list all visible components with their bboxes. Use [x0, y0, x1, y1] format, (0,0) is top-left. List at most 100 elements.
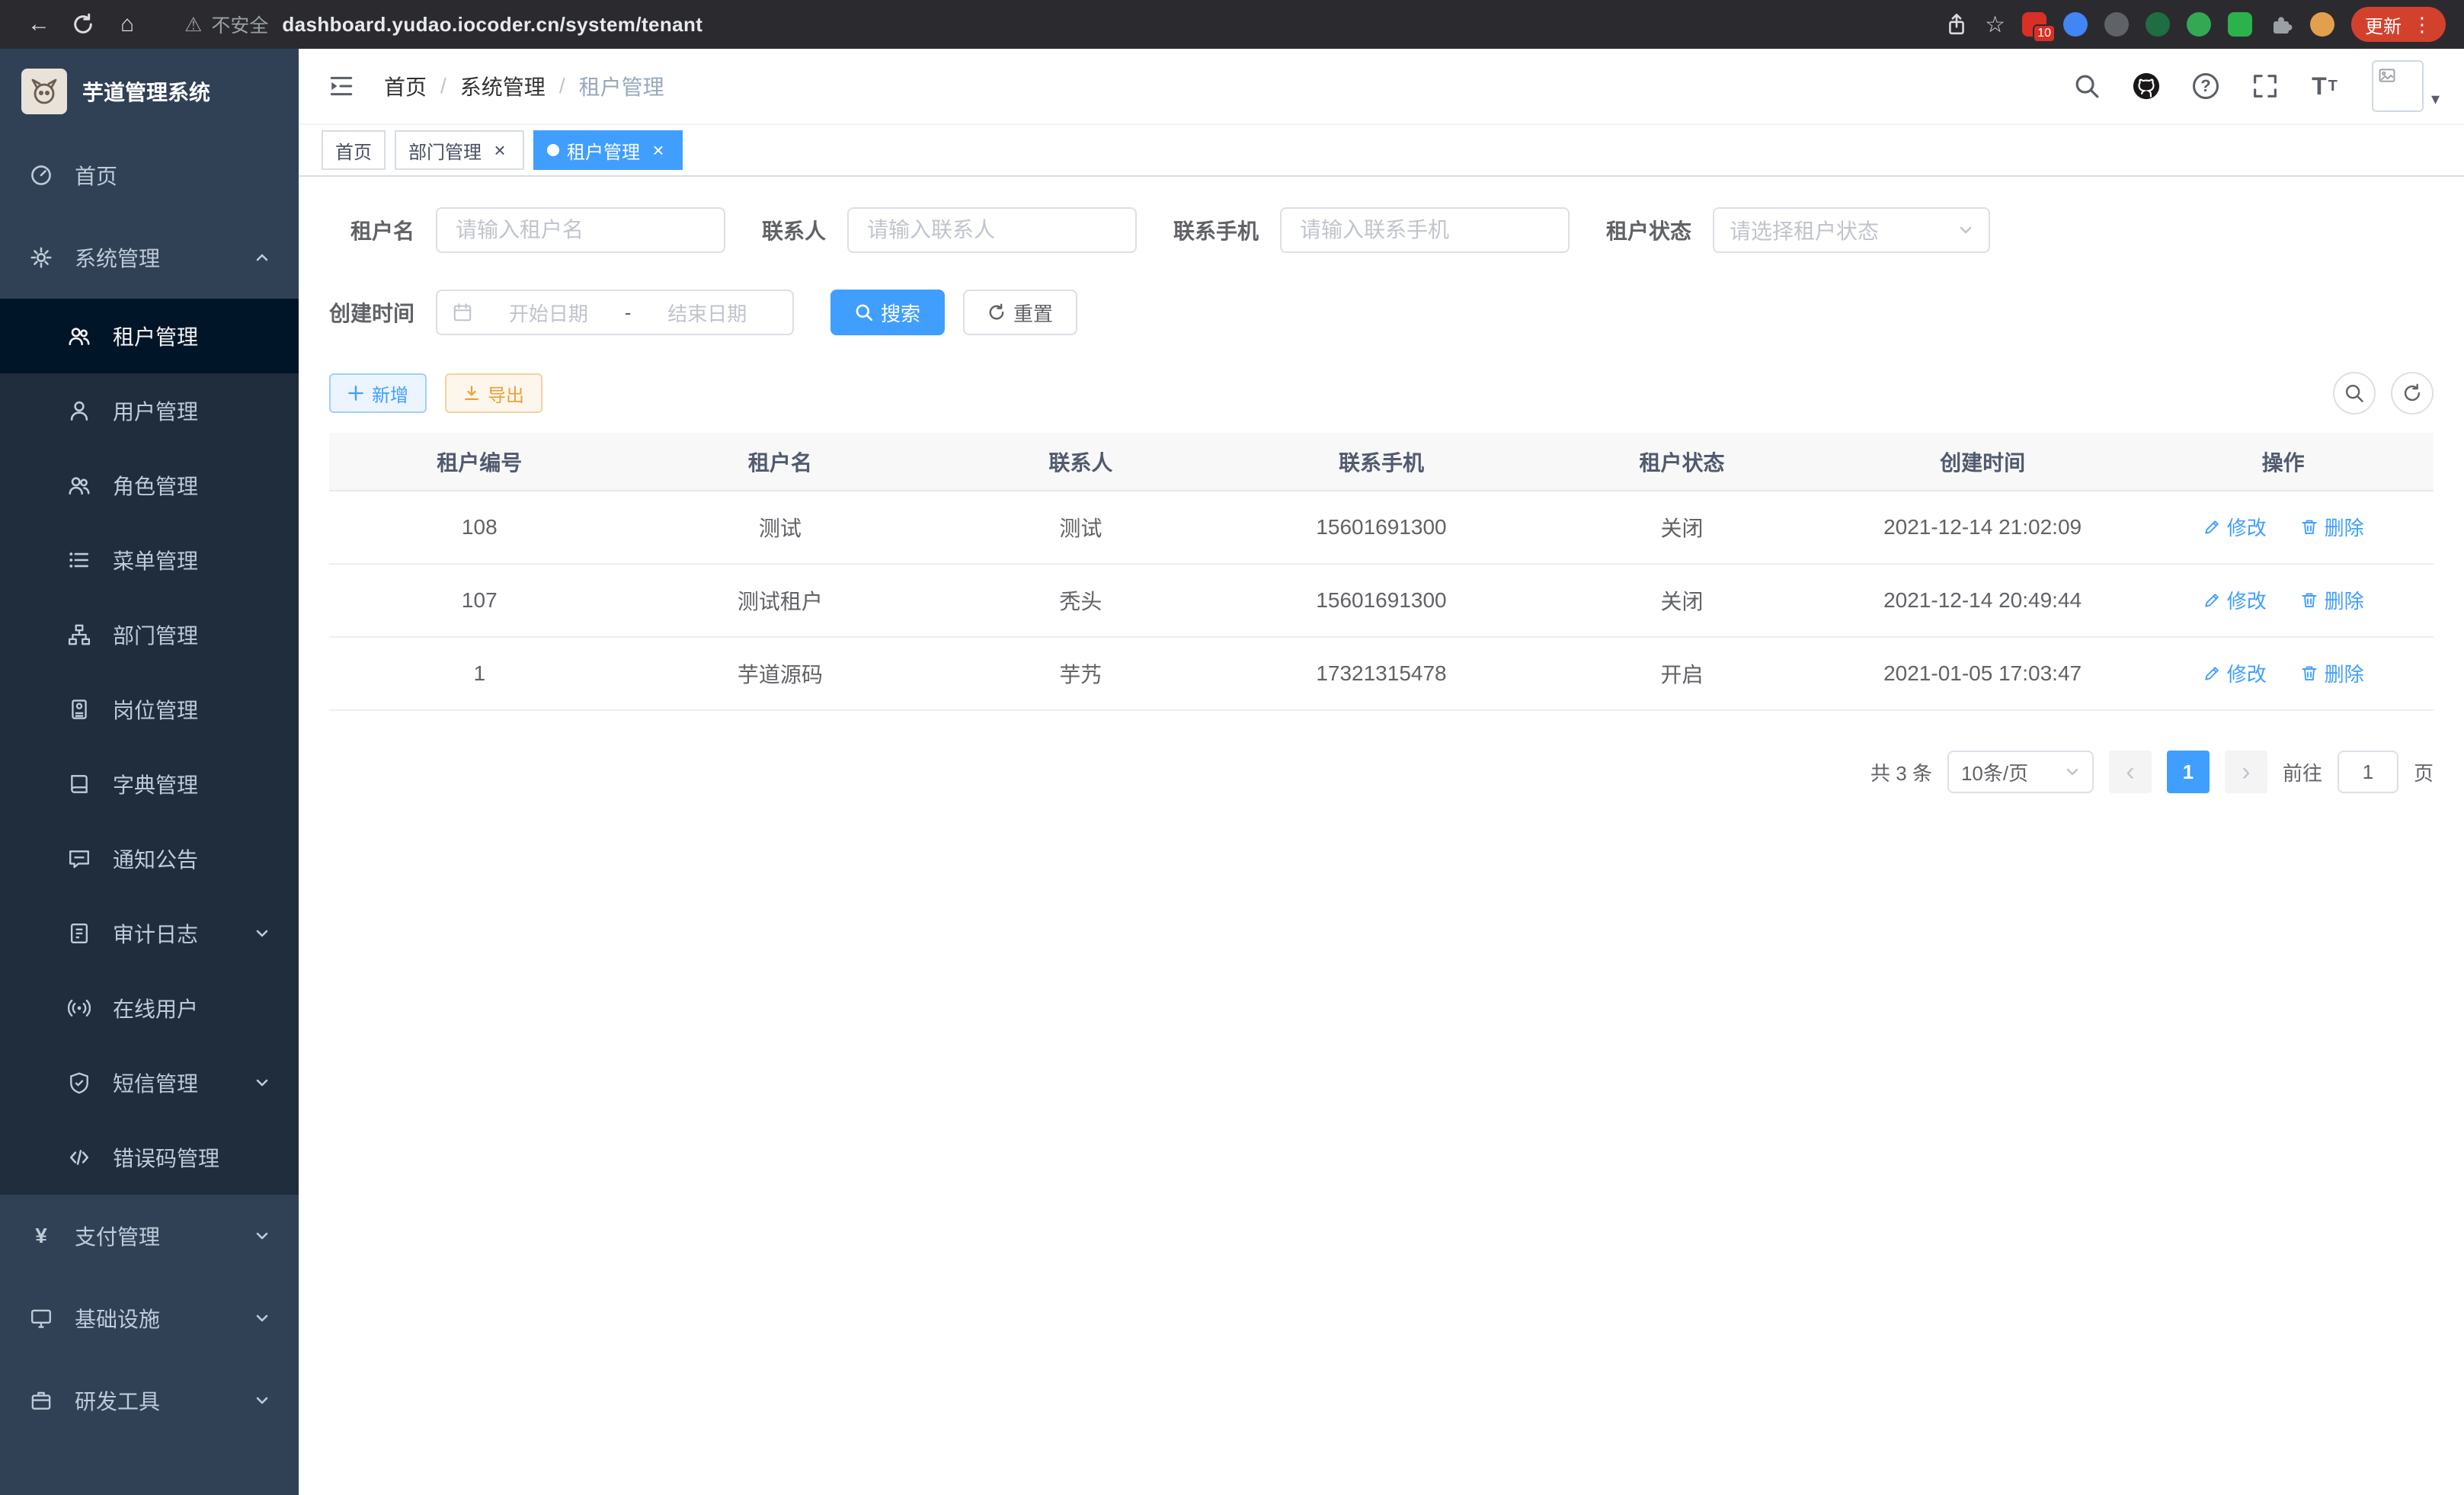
extension-icon-blue[interactable] [2063, 12, 2088, 37]
refresh-icon [987, 303, 1006, 322]
reset-button[interactable]: 重置 [963, 290, 1077, 335]
sidebar-item-menu[interactable]: 菜单管理 [0, 523, 299, 597]
created-label: 创建时间 [329, 297, 414, 328]
sidebar-item-notice[interactable]: 通知公告 [0, 821, 299, 896]
search-icon [2344, 383, 2364, 403]
sidebar-item-dev[interactable]: 研发工具 [0, 1359, 299, 1442]
add-button[interactable]: 新增 [329, 373, 427, 413]
edit-button[interactable]: 修改 [2203, 659, 2267, 687]
sidebar-item-online[interactable]: 在线用户 [0, 971, 299, 1045]
breadcrumb-system[interactable]: 系统管理 [460, 71, 546, 101]
phone-input[interactable] [1280, 207, 1570, 253]
export-button[interactable]: 导出 [445, 373, 542, 413]
url-text: dashboard.yudao.iocoder.cn/system/tenant [282, 13, 702, 37]
status-select[interactable]: 请选择租户状态 [1713, 207, 1990, 253]
sidebar-item-sms[interactable]: 短信管理 [0, 1045, 299, 1120]
chevron-down-icon [254, 1228, 270, 1244]
sidebar-item-payment[interactable]: ¥ 支付管理 [0, 1195, 299, 1277]
refresh-table-button[interactable] [2391, 372, 2434, 415]
active-dot [547, 144, 559, 156]
sidebar-item-infra[interactable]: 基础设施 [0, 1277, 299, 1359]
browser-profile-avatar[interactable] [2310, 12, 2334, 37]
user-icon [67, 399, 91, 423]
cell-created: 2021-01-05 17:03:47 [1832, 637, 2133, 710]
extensions-puzzle-button[interactable] [2269, 12, 2293, 37]
warning-icon: ⚠ [184, 13, 202, 37]
breadcrumb-home[interactable]: 首页 [384, 71, 427, 101]
delete-button[interactable]: 删除 [2300, 513, 2364, 541]
reload-icon [72, 13, 94, 36]
extension-icon-green[interactable] [2187, 12, 2211, 37]
edit-button[interactable]: 修改 [2203, 586, 2267, 614]
extension-icon-darkgreen[interactable] [2146, 12, 2170, 37]
user-avatar-menu[interactable]: ▾ [2372, 60, 2440, 112]
browser-update-button[interactable]: 更新 ⋮ [2351, 7, 2446, 42]
sidebar-item-post[interactable]: 岗位管理 [0, 672, 299, 747]
github-button[interactable] [2128, 68, 2165, 104]
sidebar-toggle-button[interactable] [323, 68, 360, 104]
fullscreen-button[interactable] [2247, 68, 2283, 104]
browser-menu-icon[interactable]: ⋮ [2412, 13, 2432, 37]
sidebar-item-role[interactable]: 角色管理 [0, 448, 299, 523]
back-button[interactable]: ← [18, 4, 59, 45]
extension-icon-chat[interactable] [2228, 12, 2252, 37]
sidebar-item-dict[interactable]: 字典管理 [0, 747, 299, 821]
delete-button[interactable]: 删除 [2300, 659, 2364, 687]
main-panel: 首页 / 系统管理 / 租户管理 ? [299, 49, 2464, 1495]
tenant-name-input[interactable] [436, 207, 725, 253]
help-button[interactable]: ? [2187, 68, 2224, 104]
sidebar-item-system[interactable]: 系统管理 [0, 216, 299, 299]
sidebar-item-dept[interactable]: 部门管理 [0, 597, 299, 672]
bookmark-star-button[interactable]: ☆ [1985, 11, 2005, 38]
sidebar-item-tenant[interactable]: 租户管理 [0, 299, 299, 373]
sidebar-item-home[interactable]: 首页 [0, 134, 299, 216]
home-button[interactable]: ⌂ [107, 4, 148, 45]
top-navbar: 首页 / 系统管理 / 租户管理 ? [299, 49, 2464, 125]
column-header-actions: 操作 [2133, 433, 2434, 491]
search-button[interactable]: 搜索 [830, 290, 945, 335]
tab-tenant[interactable]: 租户管理 × [533, 130, 683, 170]
table-row: 107 测试租户 秃头 15601691300 关闭 2021-12-14 20… [329, 564, 2434, 637]
contact-input[interactable] [847, 207, 1137, 253]
sidebar-item-audit[interactable]: 审计日志 [0, 896, 299, 971]
delete-button[interactable]: 删除 [2300, 586, 2364, 614]
prev-page-button[interactable]: ‹ [2109, 751, 2152, 793]
header-search-button[interactable] [2069, 68, 2105, 104]
column-header-name: 租户名 [630, 433, 931, 491]
share-button[interactable] [1945, 13, 1968, 36]
date-start-input[interactable]: 开始日期 [478, 299, 619, 327]
share-icon [1945, 13, 1968, 36]
edit-pencil-icon [2203, 664, 2221, 683]
cell-contact: 芋艿 [930, 637, 1231, 710]
extension-icon-gray[interactable] [2104, 12, 2129, 37]
page-number-button[interactable]: 1 [2167, 751, 2210, 793]
logo-image [21, 69, 67, 114]
cell-tenant-name: 芋道源码 [630, 637, 931, 710]
edit-button[interactable]: 修改 [2203, 513, 2267, 541]
filter-phone: 联系手机 [1173, 207, 1570, 253]
toggle-search-button[interactable] [2333, 372, 2376, 415]
goto-page-input[interactable] [2338, 751, 2398, 793]
sidebar-logo[interactable]: 芋道管理系统 [0, 49, 299, 134]
security-label[interactable]: ⚠ 不安全 [184, 11, 268, 38]
sidebar-item-user[interactable]: 用户管理 [0, 373, 299, 448]
calendar-icon [453, 303, 472, 322]
page-size-select[interactable]: 10条/页 [1947, 751, 2094, 793]
reload-button[interactable] [62, 4, 104, 45]
gear-icon [29, 245, 53, 270]
column-header-status: 租户状态 [1531, 433, 1832, 491]
chevron-down-icon [254, 1075, 270, 1090]
close-icon[interactable]: × [489, 139, 510, 161]
font-size-button[interactable]: TT [2306, 68, 2343, 104]
tab-dept[interactable]: 部门管理 × [395, 130, 524, 170]
next-page-button[interactable]: › [2225, 751, 2267, 793]
tab-home[interactable]: 首页 [322, 130, 386, 170]
date-range-picker[interactable]: 开始日期 - 结束日期 [436, 290, 794, 335]
cell-tenant-id: 1 [329, 637, 630, 710]
extension-icon-adblock[interactable]: 10 [2022, 12, 2046, 37]
close-icon[interactable]: × [648, 139, 669, 161]
sidebar-item-errcode[interactable]: 错误码管理 [0, 1120, 299, 1195]
date-end-input[interactable]: 结束日期 [637, 299, 777, 327]
address-bar[interactable]: ⚠ 不安全 dashboard.yudao.iocoder.cn/system/… [184, 11, 702, 38]
cell-phone: 15601691300 [1231, 564, 1532, 637]
